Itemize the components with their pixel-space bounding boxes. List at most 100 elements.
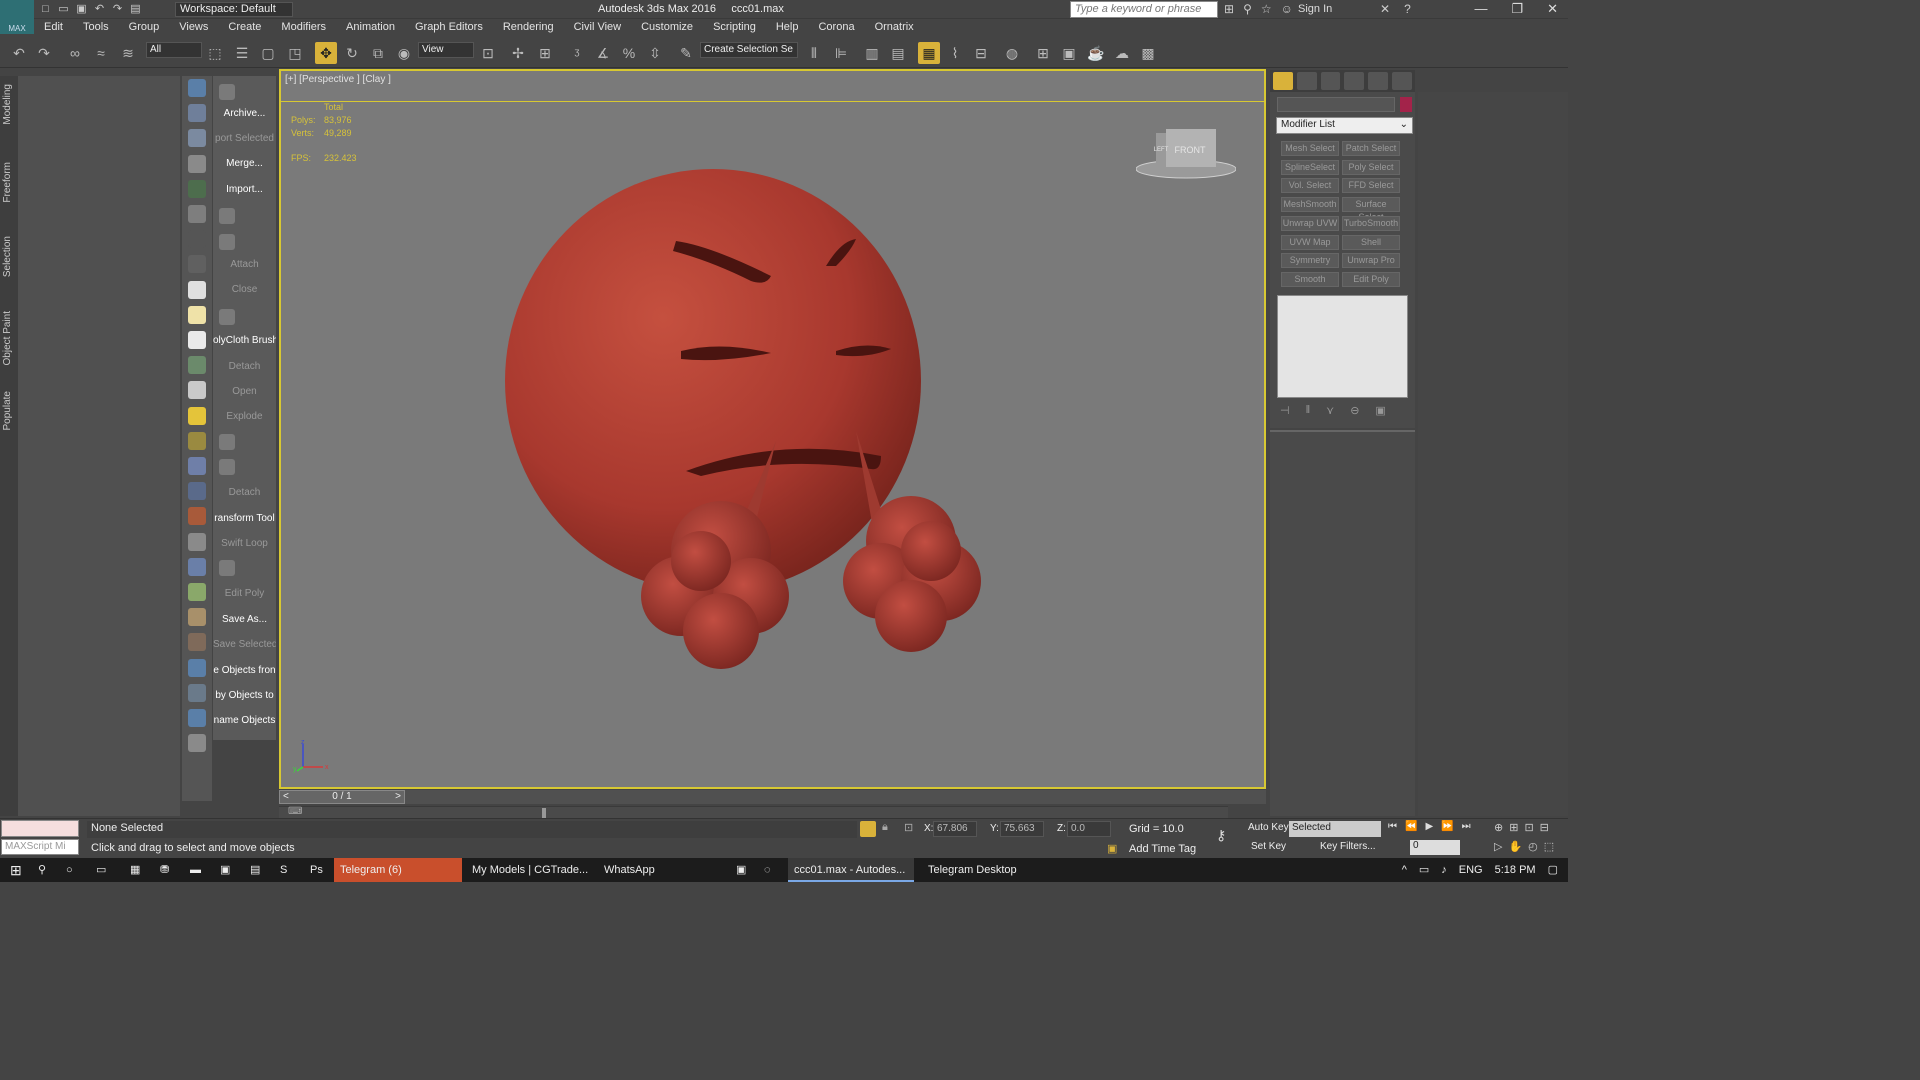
calculator-icon[interactable]: ▦ (124, 858, 146, 882)
orbit-icon[interactable]: ◴ (1528, 840, 1538, 853)
tool-icon-3[interactable] (188, 129, 206, 148)
menu-ornatrix[interactable]: Ornatrix (865, 19, 924, 38)
angle-snap-icon[interactable]: ∡ (592, 42, 614, 64)
y-coordinate-field[interactable]: 75.663 (1000, 821, 1044, 837)
named-selection-dropdown[interactable]: Create Selection Se (700, 42, 798, 58)
selection-filter-dropdown[interactable]: All (146, 42, 202, 58)
tool-icon-9[interactable] (188, 280, 206, 299)
material-editor-icon[interactable]: ◍ (1001, 42, 1023, 64)
maxscript-listener-output[interactable] (1, 820, 79, 837)
maxscript-mini-listener[interactable]: MAXScript Mi (1, 839, 79, 855)
menu-rendering[interactable]: Rendering (493, 19, 564, 38)
restore-icon[interactable]: ❐ (1511, 1, 1523, 17)
command-4[interactable]: Import... (213, 184, 276, 195)
menu-tools[interactable]: Tools (73, 19, 119, 38)
zoom-icon[interactable]: ⊕ (1494, 821, 1503, 834)
percent-snap-icon[interactable]: % (618, 42, 640, 64)
redo-icon[interactable]: ↷ (33, 42, 55, 64)
edit-named-selection-icon[interactable]: ✎ (675, 42, 697, 64)
save-icon[interactable]: ▣ (74, 2, 89, 16)
dots-icon[interactable] (219, 459, 235, 475)
command-16[interactable]: Save Selected (213, 639, 276, 650)
tool-icon-15[interactable] (188, 431, 206, 450)
rotate-icon[interactable]: ↻ (341, 42, 363, 64)
tool-icon-12[interactable] (188, 356, 206, 375)
command-2[interactable]: port Selected (213, 133, 276, 144)
hierarchy-tab-icon[interactable] (1320, 72, 1341, 90)
tool-icon-25[interactable] (188, 683, 206, 702)
select-object-icon[interactable]: ⬚ (204, 42, 226, 64)
render-iterative-icon[interactable]: ☁ (1111, 42, 1133, 64)
schematic-view-icon[interactable]: ⊟ (970, 42, 992, 64)
ribbon-tab-modeling[interactable]: Modeling (2, 84, 13, 125)
link-icon[interactable]: ∞ (64, 42, 86, 64)
open-folder-icon[interactable]: ▭ (56, 2, 71, 16)
skype-icon[interactable]: S (274, 858, 293, 882)
motion-tab-icon[interactable] (1344, 72, 1365, 90)
render-setup-icon[interactable]: ⊞ (1032, 42, 1054, 64)
sign-in-button[interactable]: Sign In (1298, 3, 1332, 15)
language-indicator[interactable]: ENG (1459, 858, 1483, 882)
volume-icon[interactable]: ♪ (1441, 858, 1447, 882)
command-9[interactable]: Open (213, 386, 276, 397)
modifier-edit-poly[interactable]: Edit Poly (1342, 271, 1400, 287)
remove-modifier-icon[interactable]: ⊖ (1350, 404, 1359, 417)
photoshop-icon[interactable]: Ps (304, 858, 329, 882)
tool-icon-8[interactable] (188, 255, 206, 274)
command-1[interactable]: Archive... (213, 108, 276, 119)
select-by-name-icon[interactable]: ☰ (231, 42, 253, 64)
layer-manager-icon[interactable]: ▤ (887, 42, 909, 64)
command-6[interactable]: Close (213, 284, 276, 295)
modifier-meshsmooth[interactable]: MeshSmooth (1281, 197, 1339, 213)
menu-scripting[interactable]: Scripting (703, 19, 766, 38)
a360-render-icon[interactable]: ▩ (1137, 42, 1159, 64)
tool-icon-18[interactable] (188, 507, 206, 526)
make-unique-icon[interactable]: ⋎ (1326, 404, 1334, 417)
align-icon[interactable]: ⊫ (830, 42, 852, 64)
view-cube-left-label[interactable]: LEFT (1154, 147, 1169, 153)
taskbar-search-icon[interactable]: ⚲ (32, 858, 52, 882)
modifier-mesh-select[interactable]: Mesh Select (1281, 141, 1339, 156)
tool-icon-6[interactable] (188, 205, 206, 223)
add-time-tag[interactable]: Add Time Tag (1129, 843, 1196, 855)
command-8[interactable]: Detach (213, 361, 276, 372)
go-to-start-icon[interactable]: ⏮ (1388, 821, 1397, 832)
tool-icon-1[interactable] (188, 79, 206, 97)
tool-icon-19[interactable] (188, 532, 206, 551)
taskbar-app-5[interactable]: Telegram Desktop (922, 858, 1048, 882)
modifier-patch-select[interactable]: Patch Select (1342, 141, 1400, 156)
manipulate-icon[interactable]: ✢ (507, 42, 529, 64)
perspective-viewport[interactable]: [+] [Perspective ] [Clay ] Total Polys: 8… (279, 69, 1266, 789)
tool-icon-23[interactable] (188, 633, 206, 652)
command-11[interactable]: Detach (213, 487, 276, 498)
tool-icon-11[interactable] (188, 331, 206, 349)
play-icon[interactable]: ▶ (1425, 821, 1433, 832)
keyboard-shortcut-icon[interactable]: ⊞ (534, 42, 556, 64)
tray-app-2-icon[interactable]: ◌ (758, 858, 777, 882)
command-17[interactable]: e Objects fron (213, 665, 276, 676)
snap-toggle-icon[interactable]: ᶾ (566, 42, 588, 64)
cortana-icon[interactable]: ○ (60, 858, 79, 882)
maximize-viewport-icon[interactable]: ⬚ (1544, 840, 1554, 853)
pin-stack-icon[interactable]: ⊣ (1280, 404, 1290, 417)
spinner-snap-icon[interactable]: ⇳ (644, 42, 666, 64)
taskbar-app-2[interactable]: My Models | CGTrade... (466, 858, 596, 882)
modifier-surface-select[interactable]: Surface Select (1342, 197, 1400, 222)
menu-modifiers[interactable]: Modifiers (271, 19, 336, 38)
layer-explorer-icon[interactable]: ▥ (861, 42, 883, 64)
green-box-icon[interactable] (219, 208, 235, 224)
shield-icon[interactable] (219, 84, 235, 100)
ribbon-tab-selection[interactable]: Selection (2, 236, 13, 277)
close-icon[interactable]: ✕ (1547, 1, 1558, 17)
reference-coordinate-dropdown[interactable]: View (418, 42, 474, 58)
zoom-extents-icon[interactable]: ⊡ (1524, 821, 1533, 834)
new-file-icon[interactable]: □ (38, 2, 53, 16)
favorites-star-icon[interactable]: ☆ (1261, 2, 1272, 16)
workspace-dropdown[interactable]: Workspace: Default (175, 2, 293, 17)
time-tag-icon[interactable]: ▣ (1107, 842, 1117, 855)
modifier-ffd-select[interactable]: FFD Select (1342, 178, 1400, 194)
clock[interactable]: 5:18 PM (1495, 858, 1536, 882)
go-to-end-icon[interactable]: ⏭ (1462, 821, 1471, 832)
tool-icon-24[interactable] (188, 658, 206, 677)
menu-edit[interactable]: Edit (34, 19, 73, 38)
